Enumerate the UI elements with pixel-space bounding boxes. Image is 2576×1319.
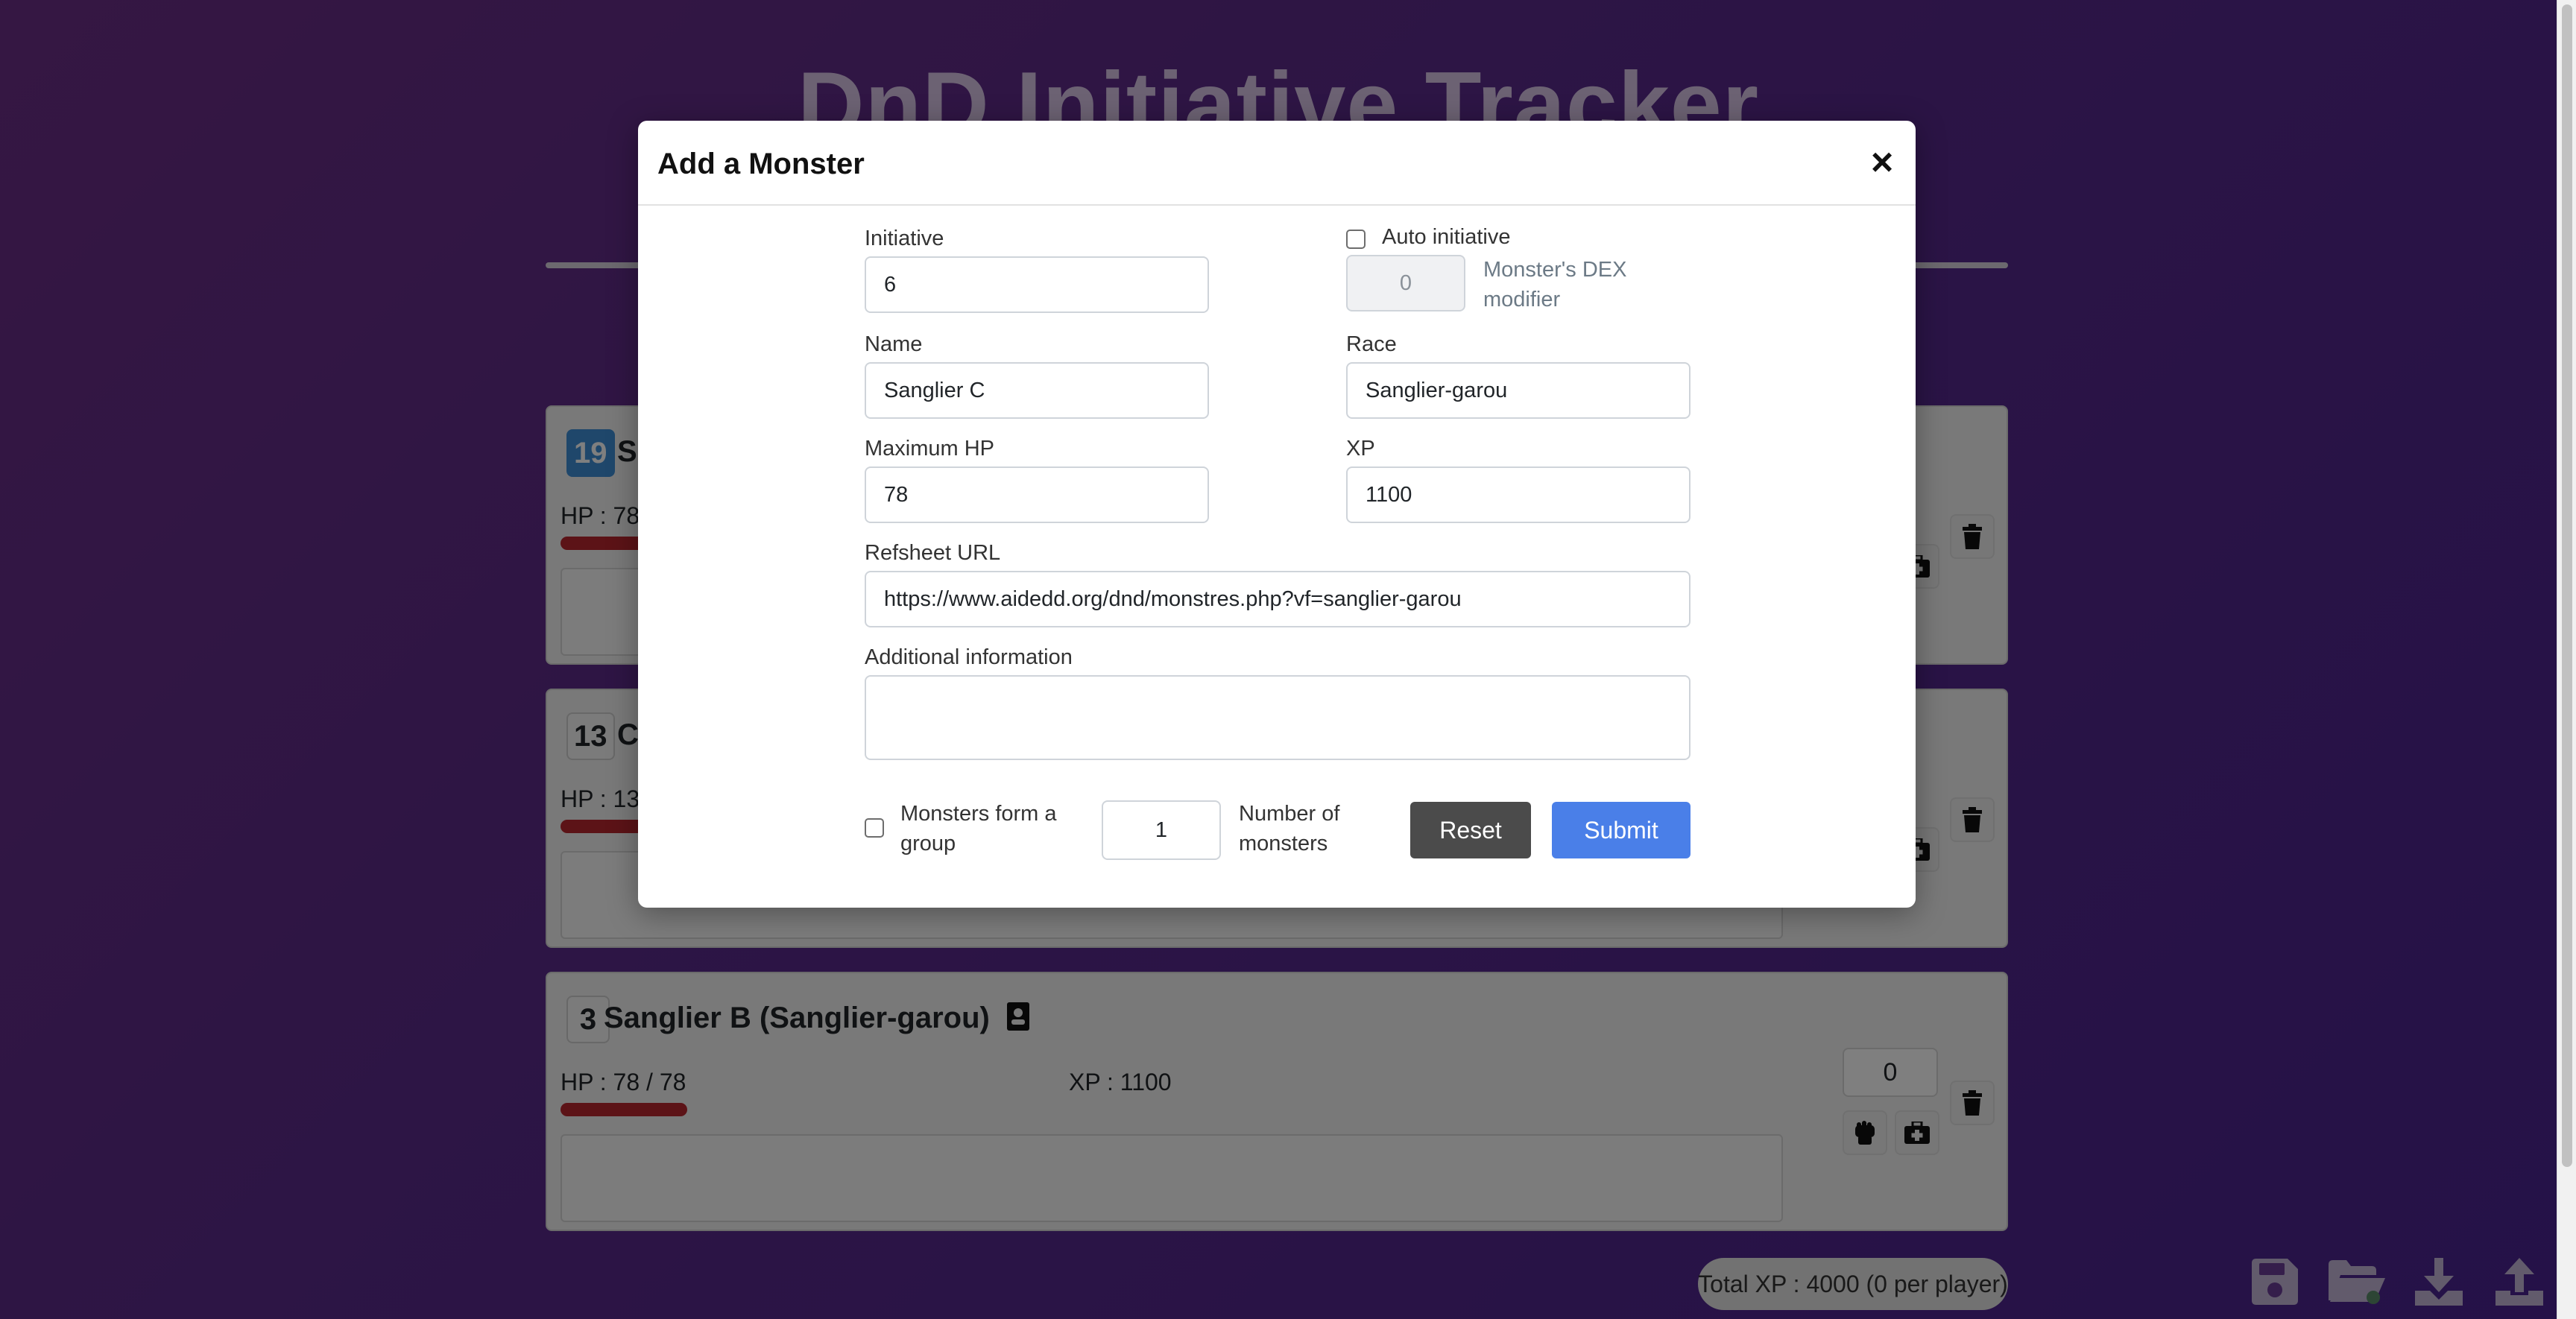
initiative-input[interactable] bbox=[865, 256, 1209, 313]
max-hp-input[interactable] bbox=[865, 466, 1209, 523]
max-hp-label: Maximum HP bbox=[865, 437, 995, 461]
additional-info-label: Additional information bbox=[865, 645, 1073, 669]
name-input[interactable] bbox=[865, 362, 1209, 419]
monster-count-label-line1: Number of bbox=[1239, 802, 1340, 826]
scrollbar-thumb[interactable] bbox=[2562, 4, 2572, 1167]
refsheet-label: Refsheet URL bbox=[865, 541, 1001, 565]
group-label-line1: Monsters form a bbox=[900, 802, 1057, 826]
name-label: Name bbox=[865, 332, 923, 356]
monster-count-input[interactable] bbox=[1102, 800, 1221, 860]
submit-button[interactable]: Submit bbox=[1552, 802, 1690, 858]
group-checkbox[interactable] bbox=[865, 818, 884, 838]
modal-title: Add a Monster bbox=[657, 148, 865, 180]
group-label: Monsters form a group bbox=[900, 799, 1057, 858]
reset-button[interactable]: Reset bbox=[1410, 802, 1531, 858]
dex-modifier-input[interactable] bbox=[1346, 255, 1465, 311]
auto-initiative-label: Auto initiative bbox=[1382, 225, 1511, 249]
dex-modifier-label: Monster's DEX modifier bbox=[1483, 255, 1626, 314]
close-icon[interactable]: × bbox=[1865, 143, 1899, 182]
monster-count-label: Number of monsters bbox=[1239, 799, 1339, 858]
initiative-label: Initiative bbox=[865, 227, 944, 250]
dex-modifier-label-line1: Monster's DEX bbox=[1483, 258, 1627, 282]
race-label: Race bbox=[1346, 332, 1397, 356]
xp-input[interactable] bbox=[1346, 466, 1690, 523]
dex-modifier-label-line2: modifier bbox=[1483, 288, 1561, 311]
auto-initiative-checkbox[interactable] bbox=[1346, 230, 1366, 249]
race-input[interactable] bbox=[1346, 362, 1690, 419]
refsheet-url-input[interactable] bbox=[865, 571, 1690, 627]
group-label-line2: group bbox=[900, 832, 956, 855]
page-scrollbar[interactable] bbox=[2557, 0, 2576, 1319]
add-monster-modal: Add a Monster × Initiative Auto initiati… bbox=[638, 121, 1916, 908]
xp-label: XP bbox=[1346, 437, 1375, 461]
additional-info-textarea[interactable] bbox=[865, 675, 1690, 760]
modal-header: Add a Monster × bbox=[638, 121, 1916, 206]
monster-count-label-line2: monsters bbox=[1239, 832, 1328, 855]
